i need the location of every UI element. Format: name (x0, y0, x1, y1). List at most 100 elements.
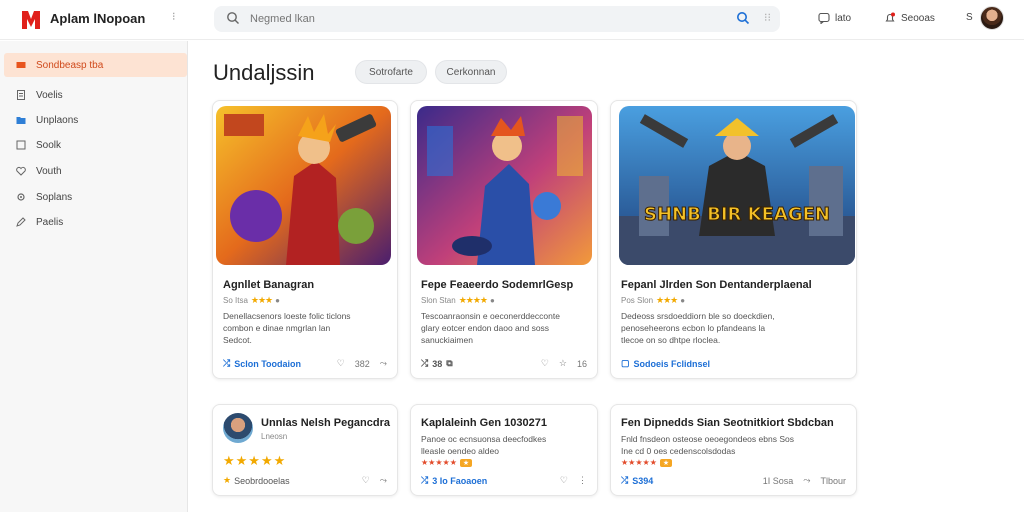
card-description: Panoe oc ecnsuonsa deecfodkes lleasle oe… (421, 433, 546, 457)
card-meta: ★★★★★ ★ (621, 458, 673, 467)
sidebar-item-label: Voelis (36, 89, 63, 101)
chat-label: lato (835, 12, 852, 24)
card-title[interactable]: Kaplaleinh Gen 1030271 (421, 417, 547, 429)
card-title[interactable]: Agnllet Banagran (223, 279, 314, 291)
card-footer: ⤮ Sclon Toodaion ♡ 382 ⤳ (223, 358, 387, 369)
card-meta: Pos Slon ★★★ ● (621, 295, 685, 306)
share-icon[interactable]: ⤳ (803, 475, 810, 486)
card-link[interactable]: ★ Seobrdooelas (223, 475, 290, 486)
game-art-image: SHNB BIR KEAGEN (619, 106, 855, 265)
folder-icon (16, 117, 26, 124)
sidebar-item-soolk[interactable]: Soolk (4, 133, 187, 157)
game-card[interactable]: SHNB BIR KEAGEN Fepanl Jlrden Son Dentan… (610, 100, 857, 379)
shuffle-icon: ⤮ (421, 475, 429, 485)
star-button[interactable]: ☆ (559, 358, 567, 369)
like-count: 382 (354, 358, 370, 369)
game-card[interactable]: Kaplaleinh Gen 1030271 Panoe oc ecnsuons… (410, 404, 598, 496)
share-icon[interactable]: ⤳ (380, 358, 387, 369)
card-link-label: Sclon Toodaion (234, 358, 302, 369)
menu-dots-icon[interactable]: ⁝ (172, 10, 176, 23)
square-icon (16, 140, 26, 150)
card-title[interactable]: Fepe Feaeerdo SodemrlGesp (421, 279, 573, 291)
shuffle-icon: ⤮ (421, 358, 429, 368)
description-line: Denellacsenors loeste folic ticlons (223, 311, 351, 321)
info-icon: ● (275, 296, 280, 305)
card-footer: ⤮ S394 1I Sosa ⤳ Tlbour (621, 475, 846, 486)
page-title: Undaljssin (213, 60, 315, 85)
gear-icon (17, 193, 25, 201)
badge-icon: ★ (659, 458, 673, 467)
sidebar-item-vouth[interactable]: Vouth (4, 159, 187, 183)
profile-shortcut[interactable]: S (966, 12, 973, 23)
card-title[interactable]: Fepanl Jlrden Son Dentanderplaenal (621, 279, 812, 291)
search-icon (227, 12, 239, 24)
document-icon (17, 90, 25, 100)
like-button[interactable]: ♡ (541, 358, 549, 369)
card-meta: ★★★★★ ★ (421, 458, 473, 467)
sidebar-item-voelis[interactable]: Voelis (4, 83, 187, 107)
share-icon[interactable]: ⤳ (380, 475, 387, 486)
game-art-image (216, 106, 391, 265)
badge-icon: ★ (459, 458, 473, 467)
description-line: Sedcot. (223, 335, 252, 345)
notifications-button[interactable]: Seooas (884, 12, 935, 24)
card-title[interactable]: Unnlas Nelsh Pegancdra (261, 417, 390, 429)
user-avatar[interactable] (980, 6, 1004, 30)
description-line: Ine cd 0 oes cedenscolsdodas (621, 446, 736, 456)
sidebar-item-label: Soolk (36, 139, 62, 151)
game-card[interactable]: Fepe Feaeerdo SodemrlGesp Slon Stan ★★★★… (410, 100, 598, 379)
notification-icon (885, 12, 895, 22)
sidebar-item-unplaons[interactable]: Unplaons (4, 108, 187, 132)
thumbnail-caption: SHNB BIR KEAGEN (644, 204, 830, 225)
card-meta: Lneosn (261, 432, 288, 441)
game-thumbnail[interactable] (417, 106, 592, 265)
app-logo-icon[interactable] (20, 7, 42, 31)
card-description: Fnld fnsdeon osteose oeoegondeos ebns So… (621, 433, 794, 457)
app-title: Aplam lNopoan (50, 11, 146, 26)
description-line: Dedeoss srsdoeddiorn ble so doeckdien, (621, 311, 775, 321)
sidebar-item-label: Vouth (36, 165, 62, 177)
game-thumbnail[interactable]: SHNB BIR KEAGEN (619, 106, 855, 265)
card-footer: ⤮ 38 ⧉ ♡ ☆ 16 (421, 358, 587, 369)
game-card[interactable]: Fen Dipnedds Sian Seotnitkiort Sbdcban F… (610, 404, 857, 496)
card-meta-text: Slon Stan (421, 296, 456, 305)
filter-chip-cerkonnan[interactable]: Cerkonnan (435, 60, 507, 84)
sidebar-item-label: Paelis (36, 216, 64, 228)
description-line: Fnld fnsdeon osteose oeoegondeos ebns So… (621, 434, 794, 444)
card-link[interactable]: ⤮ Sclon Toodaion (223, 358, 301, 369)
square-link-icon: ▢ (621, 358, 630, 368)
rating-stars-icon: ★★★★ (458, 295, 488, 305)
top-bar: Aplam lNopoan ⁝ ⁝⁝ lato Seooas S (0, 0, 1024, 40)
sidebar-item-home[interactable]: Sondbeasp tba (4, 53, 187, 77)
game-card[interactable]: Unnlas Nelsh Pegancdra Lneosn ★★★★★ ★ Seo… (212, 404, 398, 496)
card-link[interactable]: ⤮ S394 (621, 475, 653, 486)
search-bar[interactable]: ⁝⁝ (214, 6, 780, 32)
sidebar-item-soplans[interactable]: Soplans (4, 185, 187, 209)
card-link[interactable]: ⤮ 38 ⧉ (421, 358, 453, 369)
card-footer: ★ Seobrdooelas ♡ ⤳ (223, 475, 387, 486)
like-count: 1I Sosa (762, 475, 794, 486)
follow-label[interactable]: Tlbour (820, 476, 846, 486)
filter-chip-sotrofarte[interactable]: Sotrofarte (355, 60, 427, 84)
description-line: sanuckiaimen (421, 335, 473, 345)
card-link-label: 3 Io Faoaoen (432, 475, 488, 486)
like-button[interactable]: ♡ (337, 358, 345, 369)
card-link[interactable]: ⤮ 3 Io Faoaoen (421, 475, 487, 486)
card-title[interactable]: Fen Dipnedds Sian Seotnitkiort Sbdcban (621, 417, 834, 429)
chat-button[interactable]: lato (818, 12, 851, 24)
like-button[interactable]: ♡ (362, 475, 370, 486)
game-avatar[interactable] (223, 413, 253, 443)
info-icon: ● (489, 296, 495, 305)
card-link[interactable]: ▢ Sodoeis Fclidnsel (621, 358, 710, 369)
more-icon[interactable]: ⋮ (578, 475, 587, 486)
search-submit-icon[interactable] (736, 11, 750, 25)
game-card[interactable]: Agnllet Banagran So Itsa ★★★ ● Denellacs… (212, 100, 398, 379)
search-options-icon[interactable]: ⁝⁝ (764, 11, 771, 24)
game-thumbnail[interactable] (216, 106, 391, 265)
search-input[interactable] (250, 10, 730, 28)
description-line: combon e dinae nmgrlan lan (223, 323, 331, 333)
card-meta-text: So Itsa (223, 296, 248, 305)
home-icon (16, 62, 26, 68)
sidebar-item-paelis[interactable]: Paelis (4, 210, 187, 234)
like-button[interactable]: ♡ (560, 475, 568, 486)
